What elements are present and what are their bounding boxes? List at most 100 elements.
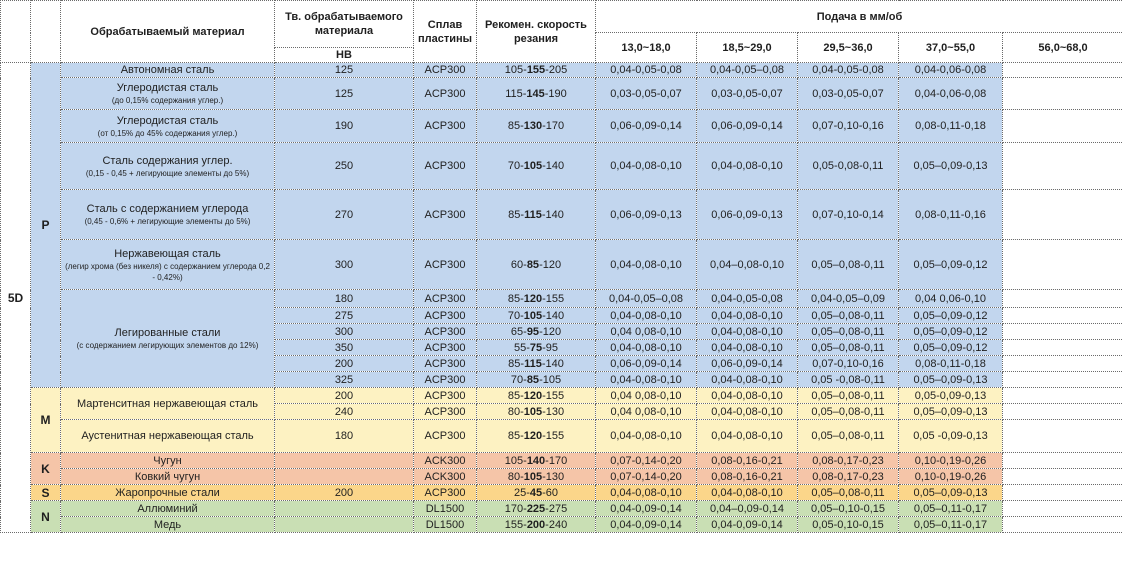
speed-max: -105 (539, 373, 562, 386)
table-row: Сталь содержания углер. (0,15 - 0,45 + ле… (1, 142, 1123, 190)
speed-recommended: 85 (526, 373, 540, 386)
table-row: Нержавеющая сталь (легир хрома (без никел… (1, 239, 1123, 290)
material-title: Сталь содержания углер. (102, 154, 233, 167)
material-title: Углеродистая сталь (116, 114, 219, 127)
feed-value-2: 0,04-0,09-0,14 (696, 516, 798, 533)
speed-min: 80- (507, 405, 524, 418)
feed-value-1: 0,04-0,08-0,10 (595, 371, 697, 388)
feed-value-2: 0,03-0,05-0,07 (696, 77, 798, 110)
alloy-grade: ACP300 (413, 323, 477, 340)
feed-value-4: 0,05–0,09-0,12 (898, 323, 1003, 340)
alloy-grade: ACP300 (413, 62, 477, 78)
speed-min: 155- (504, 518, 527, 531)
feed-value-3: 0,05–0,08-0,11 (797, 323, 899, 340)
material-name: Нержавеющая сталь (легир хрома (без никел… (60, 239, 275, 290)
hardness-value: 190 (274, 109, 414, 143)
group-label-p: P (30, 62, 61, 388)
speed-max: -170 (545, 454, 568, 467)
feed-value-5 (1001, 468, 1123, 485)
feed-value-5 (1001, 323, 1123, 340)
feed-value-1: 0,04-0,09-0,14 (595, 500, 697, 517)
speed-recommended: 85 (526, 258, 540, 271)
feed-value-1: 0,04-0,08-0,10 (595, 239, 697, 290)
cutting-speed: 105-155-205 (476, 62, 596, 78)
feed-value-5 (1001, 109, 1123, 143)
feed-value-1: 0,03-0,05-0,07 (595, 77, 697, 110)
alloy-grade: DL1500 (413, 500, 477, 517)
material-note: (легир хрома (без никеля) с содержанием … (65, 261, 270, 282)
table-row: Углеродистая сталь (от 0,15% до 45% содер… (1, 109, 1123, 143)
cutting-speed: 115-145-190 (476, 77, 596, 110)
feed-value-4: 0,10-0,19-0,26 (898, 452, 1003, 469)
group-label-m: M (30, 387, 61, 453)
material-name: Автономная сталь (60, 62, 275, 78)
material-title: Жаропрочные стали (115, 486, 220, 499)
feed-value-3: 0,05-0,08-0,11 (797, 142, 899, 190)
feed-value-5 (1001, 387, 1123, 404)
material-title: Легированные стали (114, 327, 221, 339)
feed-value-5 (1001, 371, 1123, 388)
feed-value-3: 0,05 -0,08-0,11 (797, 371, 899, 388)
speed-max: -155 (542, 389, 565, 402)
material-name: Жаропрочные стали (60, 484, 275, 501)
speed-min: 70- (507, 309, 524, 322)
feed-value-4: 0,04-0,06-0,08 (898, 62, 1003, 78)
cutting-speed: 85-115-140 (476, 189, 596, 240)
cutting-speed: 65-95-120 (476, 323, 596, 340)
header-feed: Подача в мм/об (594, 0, 1123, 33)
feed-value-2: 0,04-0,08-0,10 (696, 403, 798, 420)
speed-recommended: 155 (526, 64, 546, 76)
feed-value-4: 0,04-0,06-0,08 (898, 77, 1003, 110)
feed-value-3: 0,05–0,08-0,11 (797, 403, 899, 420)
feed-value-3: 0,07-0,10-0,14 (797, 189, 899, 240)
group-label-s: S (30, 484, 61, 501)
feed-value-5 (1001, 142, 1123, 190)
hardness-value: 240 (274, 403, 414, 420)
feed-value-1: 0,07-0,14-0,20 (595, 468, 697, 485)
alloy-grade: ACK300 (413, 468, 477, 485)
hardness-value (274, 516, 414, 533)
alloy-grade: ACP300 (413, 142, 477, 190)
speed-max: -240 (545, 518, 568, 531)
material-name: Легированные стали (с содержанием легирую… (60, 289, 275, 388)
table-row: Медь DL1500 155-200-240 0,04-0,09-0,14 0,04-… (1, 516, 1123, 533)
hardness-value: 275 (274, 307, 414, 324)
speed-min: 105- (504, 64, 527, 76)
feed-value-1: 0,04-0,09-0,14 (595, 516, 697, 533)
feed-value-3: 0,03-0,05-0,07 (797, 77, 899, 110)
hardness-value (274, 468, 414, 485)
speed-min: 55- (513, 341, 530, 354)
feed-value-1: 0,04-0,05-0,08 (595, 62, 697, 78)
table-row: Аустенитная нержавеющая сталь 180 ACP300 85… (1, 419, 1123, 453)
hardness-value: 125 (274, 62, 414, 78)
hardness-value (274, 500, 414, 517)
feed-value-5 (1001, 516, 1123, 533)
speed-min: 85- (507, 120, 524, 132)
feed-value-2: 0,04–0,08-0,10 (696, 239, 798, 290)
feed-value-5 (1001, 62, 1123, 78)
speed-recommended: 75 (529, 341, 543, 354)
speed-min: 105- (504, 454, 527, 467)
cutting-speed: 55-75-95 (476, 339, 596, 356)
material-name: Ковкий чугун (60, 468, 275, 485)
feed-value-2: 0,04-0,08-0,10 (696, 387, 798, 404)
hardness-value: 300 (274, 239, 414, 290)
feed-value-2: 0,04-0,08-0,10 (696, 307, 798, 324)
cutting-speed: 80-105-130 (476, 403, 596, 420)
feed-value-2: 0,08-0,16-0,21 (696, 452, 798, 469)
cutting-speed: 25-45-60 (476, 484, 596, 501)
hardness-value: 300 (274, 323, 414, 340)
speed-recommended: 120 (523, 430, 543, 442)
header-feed-range-4: 37,0~55,0 (898, 32, 1003, 63)
speed-recommended: 120 (523, 389, 543, 402)
header-material: Обрабатываемый материал (60, 0, 275, 63)
speed-recommended: 140 (526, 454, 546, 467)
feed-value-2: 0,04-0,08-0,10 (696, 419, 798, 453)
speed-recommended: 130 (523, 120, 543, 132)
header-feed-range-2: 18,5~29,0 (696, 32, 798, 63)
speed-recommended: 105 (523, 405, 543, 418)
alloy-grade: ACP300 (413, 387, 477, 404)
material-title: Аустенитная нержавеющая сталь (81, 430, 254, 442)
alloy-grade: ACP300 (413, 371, 477, 388)
material-name: Сталь содержания углер. (0,15 - 0,45 + ле… (60, 142, 275, 190)
